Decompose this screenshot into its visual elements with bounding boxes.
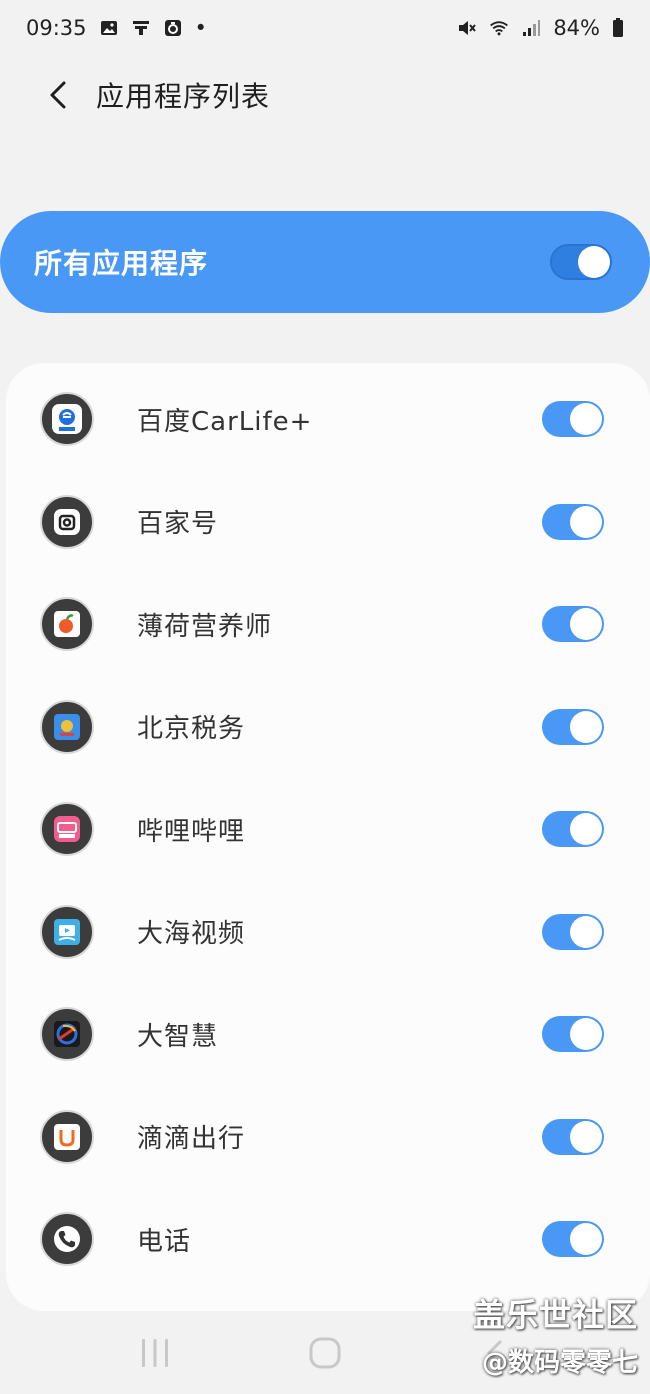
didi-icon (40, 1109, 94, 1164)
boohee-icon (40, 597, 94, 652)
dahai-video-icon (40, 904, 94, 959)
battery-icon (612, 18, 624, 38)
home-icon (309, 1337, 341, 1369)
back-button[interactable] (28, 65, 88, 125)
switch-knob (570, 813, 602, 846)
switch-knob (570, 505, 602, 538)
app-switch[interactable] (542, 503, 604, 540)
gallery-icon (99, 18, 119, 38)
app-name: 薄荷营养师 (137, 611, 273, 642)
all-apps-label: 所有应用程序 (34, 247, 209, 280)
app-row-beijing-tax[interactable]: 北京税务 (6, 676, 650, 779)
switch-knob (578, 246, 610, 278)
switch-knob (570, 1018, 602, 1051)
bilibili-icon (40, 802, 94, 857)
app-name: 电话 (137, 1226, 192, 1257)
app-row-didi[interactable]: 滴滴出行 (6, 1086, 650, 1189)
home-button[interactable] (305, 1333, 345, 1373)
mute-icon (457, 18, 477, 38)
app-switch[interactable] (542, 401, 604, 438)
app-row-baijiahao[interactable]: 百家号 (6, 471, 650, 574)
beijing-tax-icon (40, 699, 94, 754)
app-name: 北京税务 (137, 714, 246, 745)
app-switch[interactable] (542, 606, 604, 643)
switch-knob (570, 1223, 602, 1256)
app-switch[interactable] (542, 1118, 604, 1155)
app-switch[interactable] (542, 1016, 604, 1053)
switch-knob (570, 608, 602, 641)
app-name: 大海视频 (137, 919, 246, 950)
app-switch[interactable] (542, 913, 604, 950)
app-switch[interactable] (542, 811, 604, 848)
all-apps-toggle-row[interactable]: 所有应用程序 (0, 211, 650, 313)
status-left: 09:35 • (26, 16, 207, 40)
app-row-dahai-video[interactable]: 大海视频 (6, 881, 650, 984)
app-name: 大智慧 (137, 1021, 219, 1052)
switch-knob (570, 403, 602, 436)
switch-knob (570, 710, 602, 743)
app-row-boohee[interactable]: 薄荷营养师 (6, 573, 650, 676)
switch-knob (570, 915, 602, 948)
app-row-baidu-carlife[interactable]: 百度CarLife+ (6, 368, 650, 471)
chevron-left-icon (50, 81, 66, 109)
app-switch[interactable] (542, 708, 604, 745)
app-row-dazhihui[interactable]: 大智慧 (6, 983, 650, 1086)
page-title: 应用程序列表 (96, 80, 271, 113)
phone-icon (40, 1212, 94, 1267)
app-name: 百家号 (137, 509, 219, 540)
app-row-phone[interactable]: 电话 (6, 1188, 650, 1291)
status-right: 84% (457, 16, 624, 40)
wifi-icon (489, 18, 509, 38)
app-row-bilibili[interactable]: 哔哩哔哩 (6, 778, 650, 881)
signal-icon (521, 18, 541, 38)
app-name: 哔哩哔哩 (137, 816, 246, 847)
watermark-title: 盖乐世社区 (472, 1296, 638, 1334)
app-switch[interactable] (542, 1221, 604, 1258)
baidu-carlife-icon (40, 392, 94, 447)
switch-knob (570, 1120, 602, 1153)
watermark-author: @数码零零七 (481, 1348, 638, 1378)
recents-icon (142, 1339, 168, 1367)
baijiahao-icon (40, 494, 94, 549)
app-list: 百度CarLife+ 百家号 薄荷营养师 北京税务 哔哩哔哩 大海视频 大智慧 … (6, 363, 650, 1311)
status-bar: 09:35 • 84% (0, 0, 650, 56)
watermark: 盖乐世社区 @数码零零七 (473, 1290, 638, 1379)
status-dot: • (194, 16, 207, 40)
dazhihui-icon (40, 1007, 94, 1062)
status-time: 09:35 (26, 16, 87, 40)
instagram-like-icon (163, 18, 183, 38)
battery-percent: 84% (553, 16, 600, 40)
all-apps-switch[interactable] (550, 244, 612, 280)
app-name: 百度CarLife+ (137, 406, 313, 437)
app-notification-icon (131, 18, 151, 38)
recents-button[interactable] (135, 1333, 175, 1373)
app-name: 滴滴出行 (137, 1124, 246, 1155)
header: 应用程序列表 (0, 62, 650, 128)
